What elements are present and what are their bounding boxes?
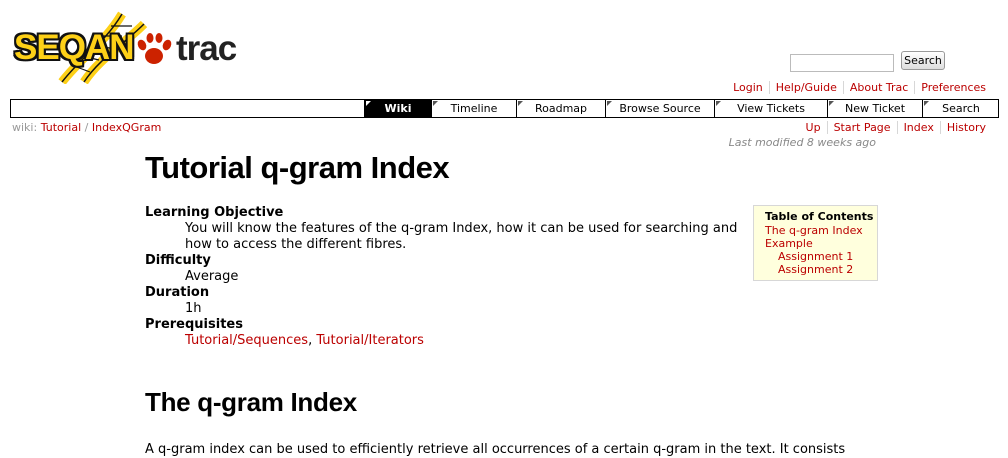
metanav-help-guide[interactable]: Help/Guide: [768, 81, 843, 94]
logo-trac-text: trac: [176, 29, 237, 68]
toc-title: Table of Contents: [765, 210, 874, 223]
term-duration: Duration: [145, 285, 210, 300]
term-difficulty: Difficulty: [145, 253, 211, 268]
paw-icon: [137, 33, 172, 64]
site-logo[interactable]: SEQAN trac: [14, 8, 237, 88]
tab-timeline[interactable]: Timeline: [431, 100, 516, 117]
search-input[interactable]: [790, 53, 894, 72]
breadcrumb-separator: /: [84, 121, 89, 134]
tab-view-tickets[interactable]: View Tickets: [714, 100, 827, 117]
toc-item-q-gram-index[interactable]: The q-gram Index: [765, 224, 863, 237]
toc-item-assignment-1[interactable]: Assignment 1: [778, 250, 853, 263]
breadcrumb-indexqgram[interactable]: IndexQGram: [92, 121, 161, 134]
link-tutorial-iterators[interactable]: Tutorial/Iterators: [316, 333, 424, 348]
desc-prerequisites: Tutorial/Sequences, Tutorial/Iterators: [185, 333, 424, 348]
table-of-contents: Table of Contents The q-gram Index Examp…: [753, 205, 878, 281]
ctxnav-history[interactable]: History: [939, 121, 992, 134]
term-learning-objective: Learning Objective: [145, 205, 284, 220]
logo-seqan-text: SEQAN: [14, 28, 134, 67]
toc-item-assignment-2[interactable]: Assignment 2: [778, 263, 853, 276]
desc-difficulty: Average: [185, 269, 239, 284]
info-definition-list: Learning Objective You will know the fea…: [145, 205, 745, 349]
ctxnav-start-page[interactable]: Start Page: [826, 121, 897, 134]
tab-wiki[interactable]: Wiki: [364, 100, 431, 117]
metanav-login[interactable]: Login: [727, 81, 769, 94]
tab-roadmap[interactable]: Roadmap: [516, 100, 605, 117]
tab-browse-source[interactable]: Browse Source: [605, 100, 714, 117]
context-nav: Up Start Page Index History: [800, 121, 992, 134]
page-title: Tutorial q-gram Index: [145, 150, 450, 185]
section-heading: The q-gram Index: [145, 387, 357, 417]
breadcrumb: wiki: Tutorial / IndexQGram: [12, 121, 161, 134]
ctxnav-index[interactable]: Index: [896, 121, 940, 134]
desc-learning-objective: You will know the features of the q-gram…: [185, 221, 738, 252]
term-prerequisites: Prerequisites: [145, 317, 243, 332]
link-tutorial-sequences[interactable]: Tutorial/Sequences: [185, 333, 308, 348]
metanav-about-trac[interactable]: About Trac: [842, 81, 915, 94]
search-button[interactable]: Search: [901, 51, 945, 70]
tab-new-ticket[interactable]: New Ticket: [827, 100, 922, 117]
breadcrumb-prefix: wiki:: [12, 121, 38, 134]
main-nav: Wiki Timeline Roadmap Browse Source View…: [10, 99, 999, 118]
meta-nav: Login Help/Guide About Trac Preferences: [727, 81, 992, 94]
search-form: Search: [790, 51, 945, 72]
last-modified: Last modified 8 weeks ago: [728, 136, 876, 149]
section-paragraph: A q-gram index can be used to efficientl…: [145, 442, 846, 457]
tab-search[interactable]: Search: [922, 100, 999, 117]
ctxnav-up[interactable]: Up: [800, 121, 827, 134]
breadcrumb-tutorial[interactable]: Tutorial: [41, 121, 81, 134]
metanav-preferences[interactable]: Preferences: [914, 81, 992, 94]
toc-item-example[interactable]: Example: [765, 237, 813, 250]
desc-duration: 1h: [185, 301, 202, 316]
